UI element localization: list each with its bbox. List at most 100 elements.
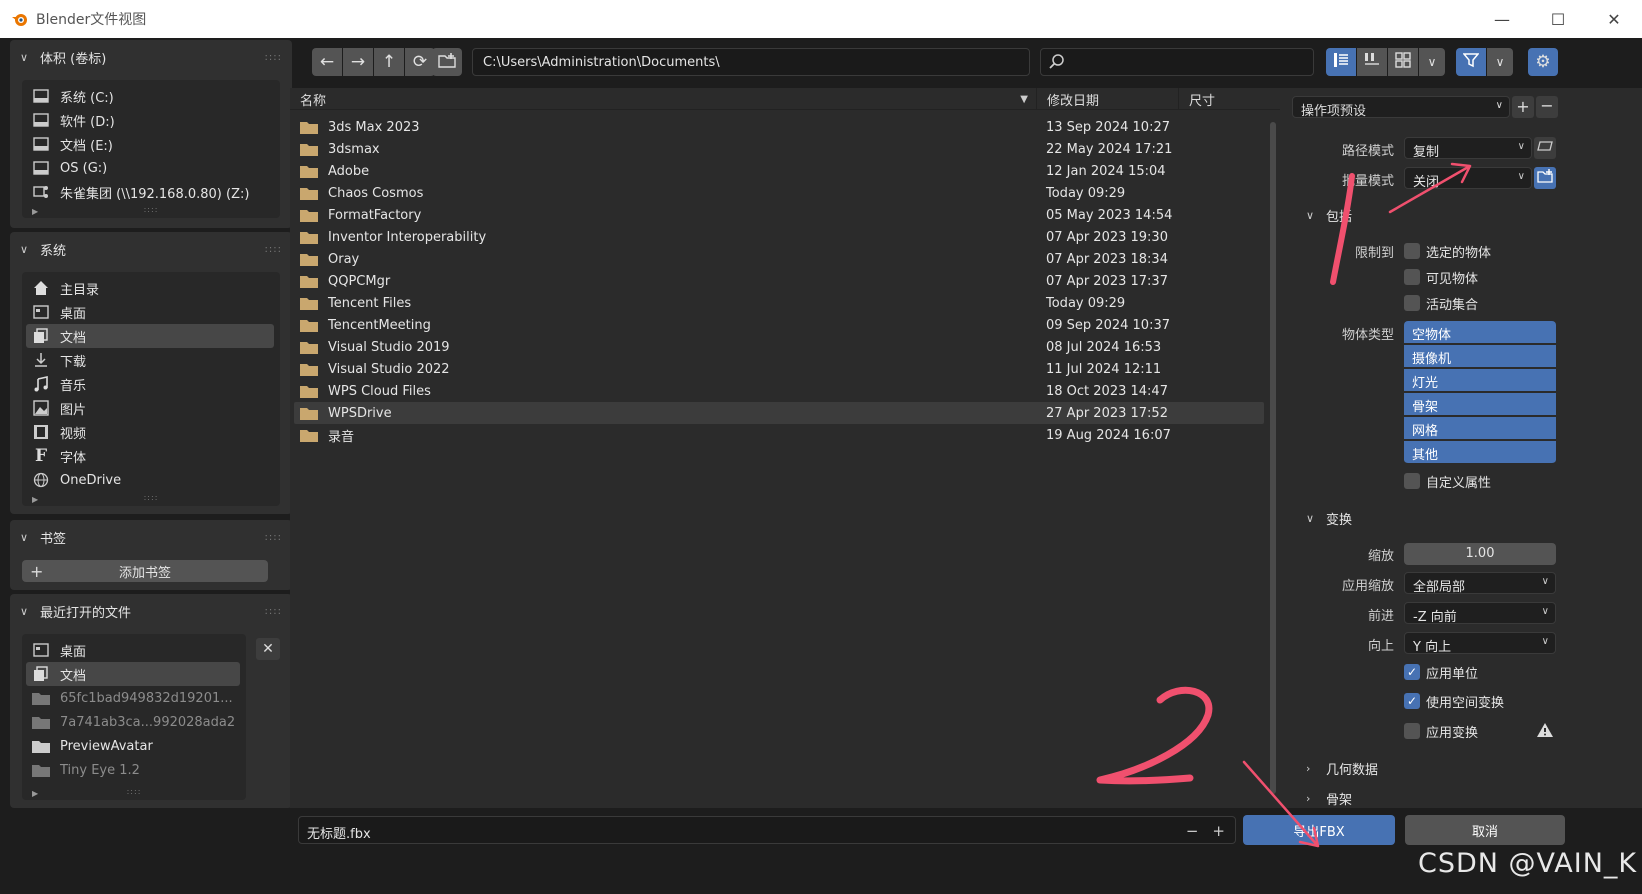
recent-item-desktop[interactable]: 桌面 xyxy=(22,638,246,662)
batch-mode-dropdown[interactable]: 关闭 ∨ xyxy=(1404,167,1532,190)
use-space-transform-checkbox[interactable]: ✓ 使用空间变换 xyxy=(1404,690,1504,712)
remove-preset-button[interactable]: − xyxy=(1536,96,1558,118)
recent-item-folder[interactable]: 65fc1bad949832d19201... xyxy=(22,686,246,710)
active-collection-checkbox[interactable]: 活动集合 xyxy=(1404,292,1478,314)
back-button[interactable]: ← xyxy=(312,48,342,76)
decrement-button[interactable]: − xyxy=(1186,822,1199,840)
view-list-horizontal-button[interactable] xyxy=(1357,48,1387,76)
recent-header[interactable]: ∨ 最近打开的文件:::: xyxy=(10,594,292,628)
volumes-header[interactable]: ∨ 体积 (卷标):::: xyxy=(10,40,292,74)
filter-button[interactable] xyxy=(1456,48,1486,76)
file-row[interactable]: 3dsmax 22 May 2024 17:21 xyxy=(294,138,1264,160)
recent-item-documents[interactable]: 文档 xyxy=(26,662,240,686)
view-thumbnails-button[interactable] xyxy=(1388,48,1418,76)
grip-icon[interactable]: :::: xyxy=(265,606,282,617)
path-mode-dropdown[interactable]: 复制 ∨ xyxy=(1404,137,1532,160)
cancel-button[interactable]: 取消 xyxy=(1405,815,1565,845)
close-window-button[interactable]: ✕ xyxy=(1586,0,1642,38)
increment-button[interactable]: + xyxy=(1212,822,1225,840)
system-header[interactable]: ∨ 系统:::: xyxy=(10,232,292,266)
recent-item-tinyeye[interactable]: Tiny Eye 1.2 xyxy=(22,758,246,782)
file-row[interactable]: FormatFactory 05 May 2023 14:54 xyxy=(294,204,1264,226)
grip-icon[interactable]: :::: xyxy=(265,52,282,63)
grip-icon[interactable]: :::: xyxy=(265,244,282,255)
path-input[interactable]: C:\Users\Administration\Documents\ xyxy=(472,48,1030,76)
operator-presets-dropdown[interactable]: 操作项预设 ∨ xyxy=(1292,96,1510,119)
file-row[interactable]: 录音 19 Aug 2024 16:07 xyxy=(294,424,1264,446)
sidebar-item-drive-z[interactable]: 朱雀集团 (\\192.168.0.80) (Z:) xyxy=(22,180,280,204)
scale-field[interactable]: 1.00 xyxy=(1404,543,1556,565)
filename-input[interactable]: 无标题.fbx − + xyxy=(298,816,1236,844)
file-row[interactable]: Tencent Files Today 09:29 xyxy=(294,292,1264,314)
forward-axis-dropdown[interactable]: -Z 向前 ∨ xyxy=(1404,602,1556,625)
objtype-camera-toggle[interactable]: 摄像机 xyxy=(1404,345,1556,368)
grip-icon[interactable]: :::: xyxy=(265,532,282,543)
sidebar-item-desktop[interactable]: 桌面 xyxy=(22,300,280,324)
objtype-light-toggle[interactable]: 灯光 xyxy=(1404,369,1556,392)
recent-item-previewavatar[interactable]: PreviewAvatar xyxy=(22,734,246,758)
up-axis-dropdown[interactable]: Y 向上 ∨ xyxy=(1404,632,1556,655)
expand-arrow-icon[interactable]: ▶ xyxy=(32,207,38,216)
sidebar-item-onedrive[interactable]: OneDrive xyxy=(22,468,280,492)
file-row[interactable]: 3ds Max 2023 13 Sep 2024 10:27 xyxy=(294,116,1264,138)
sidebar-item-drive-d[interactable]: 软件 (D:) xyxy=(22,108,280,132)
sidebar-item-pictures[interactable]: 图片 xyxy=(22,396,280,420)
sidebar-item-drive-c[interactable]: 系统 (C:) xyxy=(22,84,280,108)
bookmarks-header[interactable]: ∨ 书签:::: xyxy=(10,520,292,554)
objtype-mesh-toggle[interactable]: 网格 xyxy=(1404,417,1556,440)
file-row[interactable]: WPSDrive 27 Apr 2023 17:52 xyxy=(294,402,1264,424)
apply-unit-checkbox[interactable]: ✓ 应用单位 xyxy=(1404,661,1478,683)
search-input[interactable] xyxy=(1040,48,1314,76)
selected-objects-checkbox[interactable]: 选定的物体 xyxy=(1404,240,1491,262)
file-row[interactable]: QQPCMgr 07 Apr 2023 17:37 xyxy=(294,270,1264,292)
sidebar-item-videos[interactable]: 视频 xyxy=(22,420,280,444)
file-row[interactable]: Inventor Interoperability 07 Apr 2023 19:… xyxy=(294,226,1264,248)
expand-arrow-icon[interactable]: ▶ xyxy=(32,789,38,798)
apply-transform-checkbox[interactable]: 应用变换 xyxy=(1404,720,1478,742)
filter-options-dropdown[interactable]: ∨ xyxy=(1487,48,1513,76)
maximize-button[interactable]: ☐ xyxy=(1530,0,1586,38)
add-preset-button[interactable]: + xyxy=(1512,96,1534,118)
sidebar-item-downloads[interactable]: 下载 xyxy=(22,348,280,372)
sidebar-item-home[interactable]: 主目录 xyxy=(22,276,280,300)
recent-item-folder[interactable]: 7a741ab3ca...992028ada2 xyxy=(22,710,246,734)
transform-section-header[interactable]: ∨ 变换 xyxy=(1306,506,1352,530)
parent-dir-button[interactable]: ↑ xyxy=(374,48,404,76)
resize-handle[interactable]: :::: xyxy=(127,787,142,796)
minimize-button[interactable]: — xyxy=(1474,0,1530,38)
refresh-button[interactable]: ⟳ xyxy=(405,48,435,76)
column-header-size[interactable]: 尺寸 xyxy=(1178,88,1278,110)
objtype-armature-toggle[interactable]: 骨架 xyxy=(1404,393,1556,416)
sidebar-item-drive-e[interactable]: 文档 (E:) xyxy=(22,132,280,156)
sidebar-item-music[interactable]: 音乐 xyxy=(22,372,280,396)
add-bookmark-button[interactable]: + 添加书签 xyxy=(22,560,268,582)
geometry-section-header[interactable]: › 几何数据 xyxy=(1306,756,1378,780)
sidebar-item-fonts[interactable]: F 字体 xyxy=(22,444,280,468)
view-list-vertical-button[interactable] xyxy=(1326,48,1356,76)
settings-button[interactable]: ⚙ xyxy=(1528,48,1558,76)
sidebar-item-documents[interactable]: 文档 xyxy=(26,324,274,348)
include-section-header[interactable]: ∨ 包括 xyxy=(1306,203,1352,227)
new-folder-button[interactable] xyxy=(432,48,462,76)
batch-own-dir-toggle[interactable] xyxy=(1534,167,1556,189)
file-row[interactable]: Chaos Cosmos Today 09:29 xyxy=(294,182,1264,204)
visible-objects-checkbox[interactable]: 可见物体 xyxy=(1404,266,1478,288)
file-row[interactable]: Visual Studio 2022 11 Jul 2024 12:11 xyxy=(294,358,1264,380)
armature-section-header[interactable]: › 骨架 xyxy=(1306,786,1352,810)
custom-properties-checkbox[interactable]: 自定义属性 xyxy=(1404,470,1491,492)
apply-scaling-dropdown[interactable]: 全部局部 ∨ xyxy=(1404,572,1556,595)
file-row[interactable]: WPS Cloud Files 18 Oct 2023 14:47 xyxy=(294,380,1264,402)
objtype-empty-toggle[interactable]: 空物体 xyxy=(1404,321,1556,344)
resize-handle[interactable]: :::: xyxy=(144,493,159,502)
sidebar-item-drive-g[interactable]: OS (G:) xyxy=(22,156,280,180)
resize-handle[interactable]: :::: xyxy=(144,205,159,214)
scrollbar[interactable] xyxy=(1270,122,1276,794)
view-options-dropdown[interactable]: ∨ xyxy=(1419,48,1445,76)
export-fbx-button[interactable]: 导出FBX xyxy=(1243,815,1395,845)
column-header-name[interactable]: 名称 ▼ xyxy=(290,88,1036,110)
expand-arrow-icon[interactable]: ▶ xyxy=(32,495,38,504)
clear-recent-button[interactable]: ✕ xyxy=(256,638,280,660)
file-row[interactable]: TencentMeeting 09 Sep 2024 10:37 xyxy=(294,314,1264,336)
forward-button[interactable]: → xyxy=(343,48,373,76)
file-row[interactable]: Visual Studio 2019 08 Jul 2024 16:53 xyxy=(294,336,1264,358)
